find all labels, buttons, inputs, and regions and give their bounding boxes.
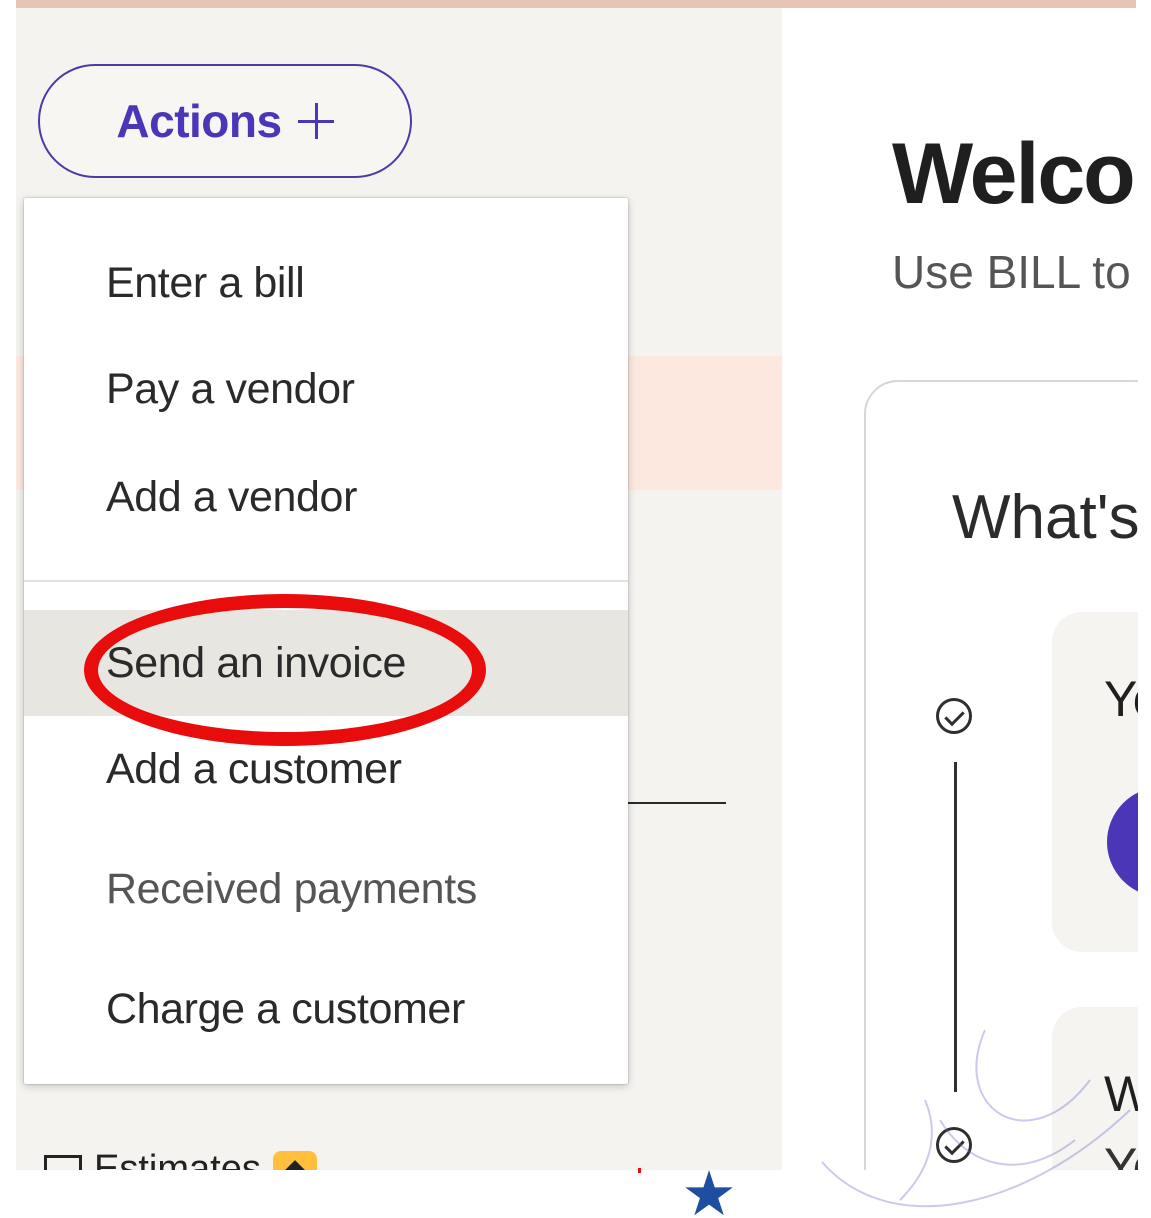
- annotation-mark: [638, 1168, 641, 1173]
- menu-item-label: Charge a customer: [106, 984, 465, 1033]
- step-title: Yo: [1104, 671, 1138, 727]
- menu-item-label: Received payments: [106, 864, 477, 913]
- menu-divider: [24, 580, 628, 582]
- menu-item-label: Add a vendor: [106, 472, 357, 521]
- menu-item-add-a-vendor[interactable]: Add a vendor: [24, 444, 628, 550]
- sidebar: Estimates Actions Enter a bill Pay a ven…: [16, 8, 782, 1170]
- menu-item-send-an-invoice[interactable]: Send an invoice: [24, 610, 628, 716]
- checklist-step-card[interactable]: Yo: [1052, 612, 1138, 952]
- screenshot-page: Estimates Actions Enter a bill Pay a ven…: [0, 0, 1151, 1218]
- actions-button[interactable]: Actions: [38, 64, 412, 178]
- actions-dropdown-menu: Enter a bill Pay a vendor Add a vendor S…: [24, 198, 628, 1084]
- application-viewport: Estimates Actions Enter a bill Pay a ven…: [16, 8, 1138, 1170]
- page-subtitle: Use BILL to: [892, 246, 1131, 298]
- action-circle-icon[interactable]: [1107, 787, 1138, 897]
- menu-item-label: Send an invoice: [106, 638, 406, 687]
- top-accent-border: [16, 0, 1136, 8]
- menu-item-label: Add a customer: [106, 744, 402, 793]
- checklist-step-card[interactable]: W Yo: [1052, 1007, 1138, 1170]
- menu-item-received-payments[interactable]: Received payments: [24, 836, 628, 942]
- diamond-icon: [272, 1150, 317, 1170]
- getting-started-card: What's Yo W Yo: [864, 380, 1138, 1170]
- menu-item-charge-a-customer[interactable]: Charge a customer: [24, 956, 628, 1062]
- checklist-title: What's: [952, 483, 1138, 552]
- menu-item-pay-a-vendor[interactable]: Pay a vendor: [24, 336, 628, 442]
- step-title: W: [1104, 1065, 1138, 1123]
- check-circle-icon: [936, 1127, 972, 1163]
- menu-item-enter-a-bill[interactable]: Enter a bill: [24, 230, 628, 336]
- sidebar-item-estimates-label: Estimates: [94, 1148, 261, 1170]
- estimates-icon: [44, 1154, 82, 1170]
- step-subtext: Yo: [1104, 1138, 1138, 1170]
- sidebar-item-estimates[interactable]: Estimates: [44, 1148, 317, 1170]
- actions-button-label: Actions: [116, 95, 282, 147]
- menu-item-label: Enter a bill: [106, 258, 305, 307]
- menu-item-label: Pay a vendor: [106, 364, 355, 413]
- progress-line: [954, 762, 957, 1092]
- page-title: Welco: [892, 126, 1136, 222]
- sidebar-divider: [628, 802, 726, 804]
- menu-item-add-a-customer[interactable]: Add a customer: [24, 716, 628, 822]
- plus-icon: [297, 103, 334, 139]
- check-circle-icon: [936, 698, 972, 734]
- star-icon: ★: [681, 1160, 737, 1218]
